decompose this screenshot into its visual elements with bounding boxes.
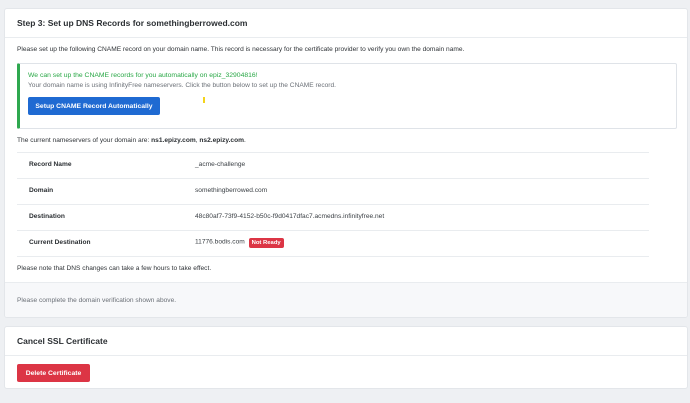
setup-cname-button[interactable]: Setup CNAME Record Automatically bbox=[28, 96, 160, 115]
page: Step 3: Set up DNS Records for something… bbox=[0, 0, 690, 403]
cursor-marker bbox=[203, 96, 205, 103]
dns-setup-card: Step 3: Set up DNS Records for something… bbox=[4, 8, 688, 318]
record-value: somethingberrowed.com bbox=[194, 178, 649, 205]
nameservers-prefix: The current nameservers of your domain a… bbox=[17, 136, 152, 144]
auto-setup-callout: We can set up the CNAME records for you … bbox=[17, 62, 677, 129]
card-footer: Please complete the domain verification … bbox=[5, 282, 687, 317]
intro-text: Please set up the following CNAME record… bbox=[17, 46, 465, 53]
card-title: Step 3: Set up DNS Records for something… bbox=[5, 9, 687, 38]
record-value-with-status: 11776.bodis.com Not Ready bbox=[194, 230, 649, 257]
table-row: Current Destination 11776.bodis.com Not … bbox=[17, 230, 649, 257]
current-destination-value: 11776.bodis.com bbox=[195, 238, 245, 246]
card-body: Please set up the following CNAME record… bbox=[5, 38, 687, 274]
callout-headline: We can set up the CNAME records for you … bbox=[28, 71, 258, 79]
nameserver-1: ns1.epizy.com bbox=[151, 136, 196, 144]
record-value: _acme-challenge bbox=[194, 151, 649, 179]
nameservers-suffix: . bbox=[244, 136, 246, 144]
cancel-card-title: Cancel SSL Certificate bbox=[5, 327, 687, 356]
record-label: Domain bbox=[17, 178, 194, 205]
cancel-ssl-card: Cancel SSL Certificate Delete Certificat… bbox=[4, 326, 688, 389]
callout-subline: Your domain name is using InfinityFree n… bbox=[28, 82, 336, 90]
nameserver-2: ns2.epizy.com bbox=[199, 136, 244, 144]
table-row: Domain somethingberrowed.com bbox=[17, 178, 649, 205]
cancel-card-body: Delete Certificate bbox=[5, 356, 687, 382]
table-row: Record Name _acme-challenge bbox=[17, 151, 649, 179]
table-row: Destination 48c80af7-73f9-4152-b50c-f9d0… bbox=[17, 204, 649, 231]
dns-note: Please note that DNS changes can take a … bbox=[17, 264, 212, 272]
delete-certificate-button[interactable]: Delete Certificate bbox=[17, 364, 90, 382]
record-label: Current Destination bbox=[17, 230, 194, 257]
record-label: Destination bbox=[17, 204, 194, 231]
dns-records-table: Record Name _acme-challenge Domain somet… bbox=[17, 151, 649, 257]
status-badge: Not Ready bbox=[248, 238, 284, 249]
record-label: Record Name bbox=[17, 151, 194, 179]
record-value: 48c80af7-73f9-4152-b50c-f9d0417dfac7.acm… bbox=[194, 204, 649, 231]
nameservers-text: The current nameservers of your domain a… bbox=[17, 137, 675, 146]
